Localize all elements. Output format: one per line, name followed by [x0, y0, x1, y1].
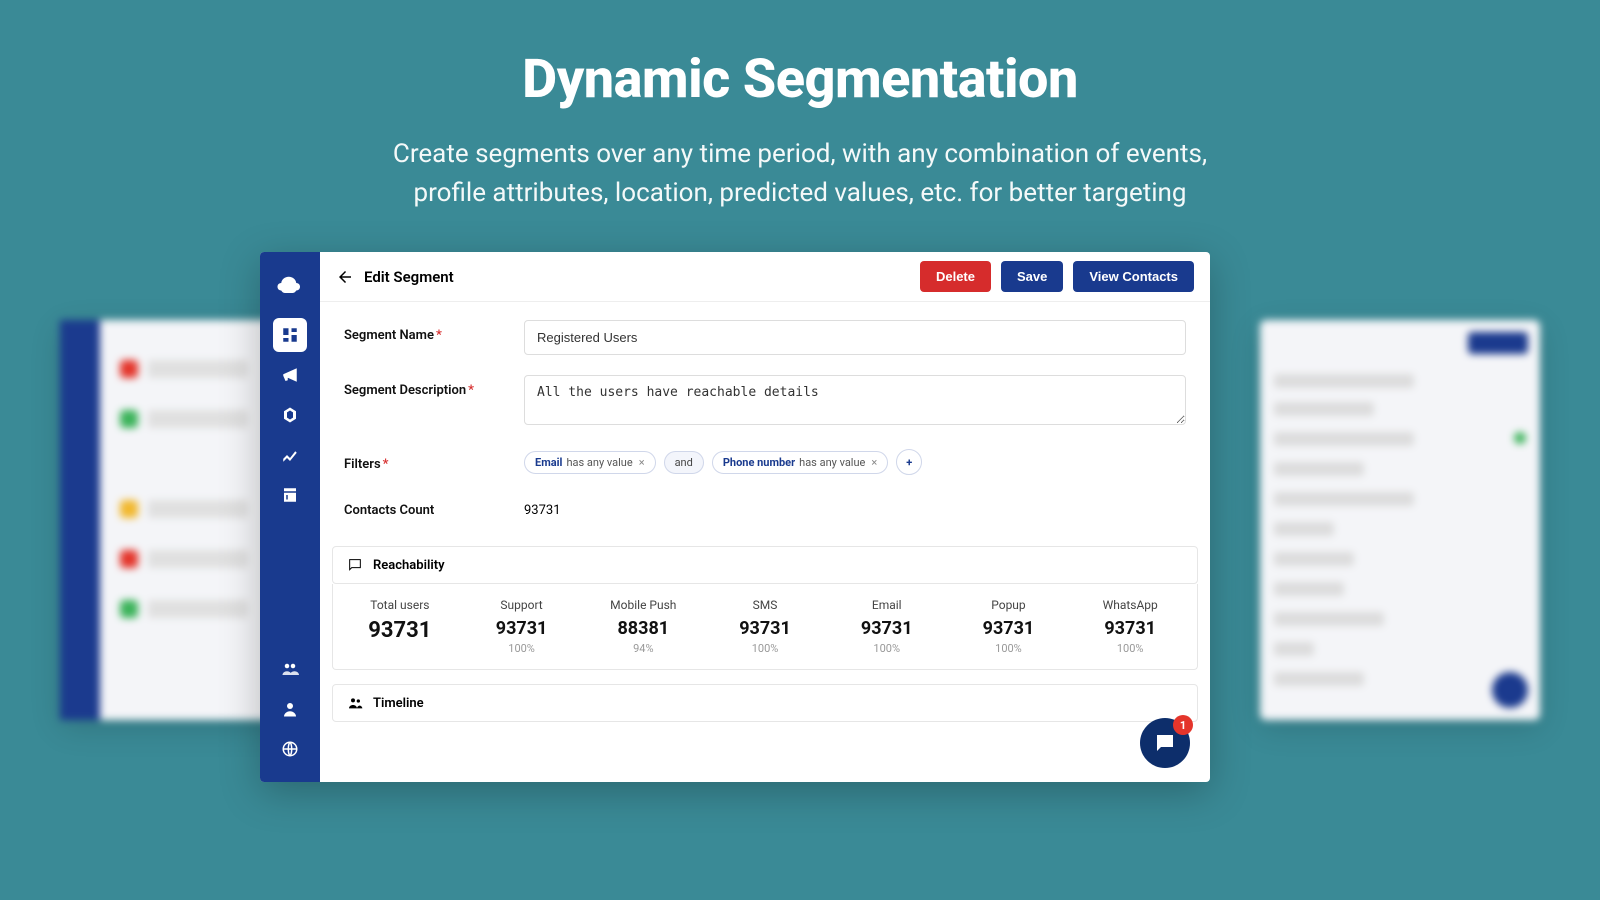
contacts-count-value: 93731	[524, 495, 1186, 518]
background-screenshot-right	[1260, 320, 1540, 720]
nav-profile[interactable]	[273, 692, 307, 726]
delete-button[interactable]: Delete	[920, 261, 991, 292]
app-logo	[275, 268, 305, 298]
filter-pill-email[interactable]: Email has any value ×	[524, 451, 656, 474]
hero: Dynamic Segmentation Create segments ove…	[0, 0, 1600, 213]
remove-filter-icon[interactable]: ×	[871, 456, 877, 469]
reach-channel-whatsapp: WhatsApp 93731 100%	[1069, 598, 1191, 655]
segment-form: Segment Name* Segment Description* Filte…	[320, 302, 1210, 546]
topbar: Edit Segment Delete Save View Contacts	[320, 252, 1210, 302]
reach-channel-sms: SMS 93731 100%	[704, 598, 826, 655]
chat-badge: 1	[1173, 715, 1193, 735]
segment-desc-label: Segment Description*	[344, 375, 524, 429]
app-window: Edit Segment Delete Save View Contacts S…	[260, 252, 1210, 782]
hero-title: Dynamic Segmentation	[0, 48, 1600, 111]
chat-fab[interactable]: 1	[1140, 718, 1190, 768]
page-title: Edit Segment	[364, 268, 454, 286]
nav-templates[interactable]	[273, 478, 307, 512]
segment-desc-input[interactable]	[524, 375, 1186, 425]
nav-segments[interactable]	[273, 398, 307, 432]
back-button[interactable]: Edit Segment	[336, 268, 454, 286]
nav-team[interactable]	[273, 652, 307, 686]
remove-filter-icon[interactable]: ×	[639, 456, 645, 469]
chat-icon	[347, 557, 363, 573]
reach-channel-popup: Popup 93731 100%	[948, 598, 1070, 655]
hero-subtitle: Create segments over any time period, wi…	[0, 135, 1600, 213]
view-contacts-button[interactable]: View Contacts	[1073, 261, 1194, 292]
reach-channel-email: Email 93731 100%	[826, 598, 948, 655]
main-content: Edit Segment Delete Save View Contacts S…	[320, 252, 1210, 782]
contacts-count-label: Contacts Count	[344, 495, 524, 518]
filter-operator-and: and	[664, 451, 704, 474]
save-button[interactable]: Save	[1001, 261, 1063, 292]
nav-analytics[interactable]	[273, 438, 307, 472]
reachability-header: Reachability	[332, 546, 1198, 584]
timeline-header: Timeline	[332, 684, 1198, 722]
add-filter-button[interactable]: +	[896, 449, 922, 475]
users-icon	[347, 695, 363, 711]
arrow-left-icon	[336, 268, 354, 286]
segment-name-input[interactable]	[524, 320, 1186, 355]
nav-globe[interactable]	[273, 732, 307, 766]
filter-pill-phone[interactable]: Phone number has any value ×	[712, 451, 888, 474]
nav-dashboard[interactable]	[273, 318, 307, 352]
chat-bubble-icon	[1153, 731, 1177, 755]
reach-channel-mobile-push: Mobile Push 88381 94%	[582, 598, 704, 655]
nav-campaigns[interactable]	[273, 358, 307, 392]
reach-channel-support: Support 93731 100%	[461, 598, 583, 655]
segment-name-label: Segment Name*	[344, 320, 524, 355]
filters-label: Filters*	[344, 449, 524, 475]
sidebar	[260, 252, 320, 782]
reach-total-users: Total users 93731	[339, 598, 461, 655]
reachability-grid: Total users 93731 Support 93731 100% Mob…	[332, 584, 1198, 670]
